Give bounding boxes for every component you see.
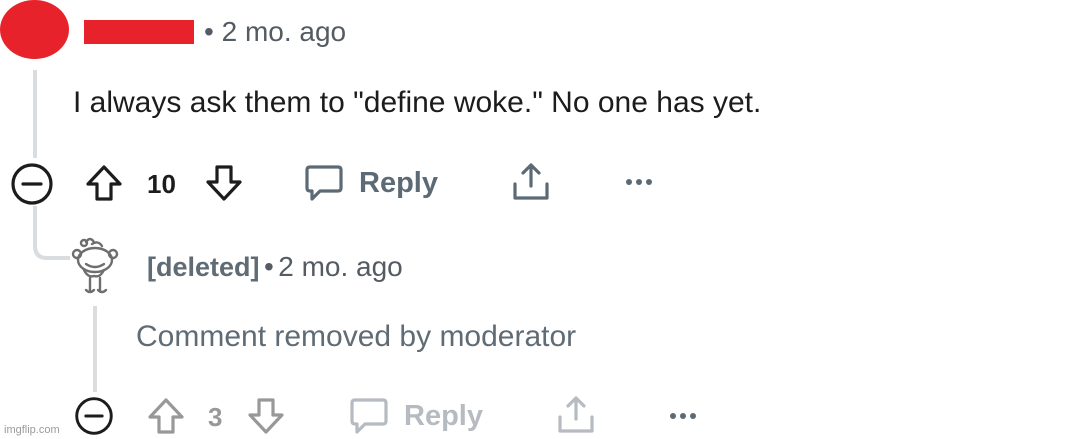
downvote-button[interactable] <box>204 163 244 203</box>
more-options-icon <box>626 179 652 185</box>
share-icon <box>558 396 594 433</box>
snoo-avatar-icon <box>71 237 119 294</box>
reply-vote-count: 3 <box>208 402 223 432</box>
meta-separator: • <box>263 251 274 282</box>
removed-message: Comment removed by moderator <box>136 320 577 353</box>
more-options-icon <box>670 413 696 419</box>
collapse-icon <box>75 397 113 435</box>
reply-thread-line[interactable] <box>93 306 97 392</box>
comment-meta: • 2 mo. ago <box>204 16 346 48</box>
reply-upvote-button[interactable] <box>146 396 186 436</box>
redacted-username <box>84 20 194 44</box>
meta-separator: • <box>204 16 214 47</box>
share-button[interactable] <box>509 160 553 204</box>
downvote-icon <box>248 398 284 434</box>
reply-label: Reply <box>404 399 483 432</box>
upvote-icon <box>148 398 184 434</box>
share-icon <box>513 163 549 200</box>
vote-count: 10 <box>147 169 176 199</box>
collapse-button[interactable] <box>10 162 54 206</box>
comment-bubble-icon <box>350 398 388 434</box>
reply-share-button[interactable] <box>554 393 598 437</box>
upvote-icon <box>86 165 122 201</box>
thread-line[interactable] <box>33 70 37 158</box>
reply-reply-button[interactable]: Reply <box>348 396 483 436</box>
comment-bubble-icon <box>305 165 343 201</box>
deleted-avatar <box>64 234 128 300</box>
more-options-button[interactable] <box>624 170 654 194</box>
watermark: imgflip.com <box>4 424 60 436</box>
reply-label: Reply <box>359 166 438 199</box>
collapse-icon <box>11 163 53 205</box>
reply-more-options-button[interactable] <box>668 404 698 428</box>
reply-button[interactable]: Reply <box>303 163 438 203</box>
reply-timestamp[interactable]: 2 mo. ago <box>278 251 403 282</box>
downvote-icon <box>206 165 242 201</box>
reply-meta: [deleted] • 2 mo. ago <box>147 251 403 283</box>
upvote-button[interactable] <box>84 163 124 203</box>
reply-collapse-button[interactable] <box>74 396 114 436</box>
reply-downvote-button[interactable] <box>246 396 286 436</box>
comment-timestamp[interactable]: 2 mo. ago <box>222 16 347 47</box>
user-avatar[interactable] <box>0 0 69 59</box>
comment-body: I always ask them to "define woke." No o… <box>73 86 762 119</box>
reply-author: [deleted] <box>147 252 260 282</box>
